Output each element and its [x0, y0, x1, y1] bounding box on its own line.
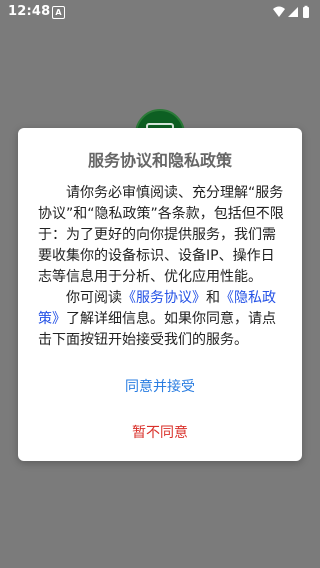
privacy-dialog: 服务协议和隐私政策 请你务必审慎阅读、充分理解“服务协议”和“隐私政策”各条款，…: [18, 128, 302, 461]
status-time: 12:48: [8, 4, 51, 19]
dialog-paragraph-1: 请你务必审慎阅读、充分理解“服务协议”和“隐私政策”各条款，包括但不限于：为了更…: [38, 185, 284, 285]
dialog-paragraph-2: 你可阅读《服务协议》和《隐私政策》了解详细信息。如果你同意，请点击下面按钮开始接…: [38, 288, 284, 351]
dialog-body: 请你务必审慎阅读、充分理解“服务协议”和“隐私政策”各条款，包括但不限于：为了更…: [38, 183, 284, 351]
paragraph-2-and: 和: [206, 290, 220, 306]
dialog-title: 服务协议和隐私政策: [87, 151, 232, 170]
disagree-button[interactable]: 暂不同意: [80, 420, 240, 446]
status-icons: [273, 5, 309, 18]
signal-icon: [288, 7, 298, 17]
status-bar: 12:48 A: [0, 0, 320, 24]
battery-icon: [303, 7, 309, 18]
terms-link[interactable]: 《服务协议》: [122, 290, 206, 306]
paragraph-2-suffix: 了解详细信息。如果你同意，请点击下面按钮开始接受我们的服务。: [38, 311, 276, 348]
agree-button[interactable]: 同意并接受: [80, 374, 240, 400]
wifi-icon: [273, 6, 285, 17]
notification-icon: A: [52, 6, 65, 19]
paragraph-2-prefix: 你可阅读: [66, 290, 122, 306]
